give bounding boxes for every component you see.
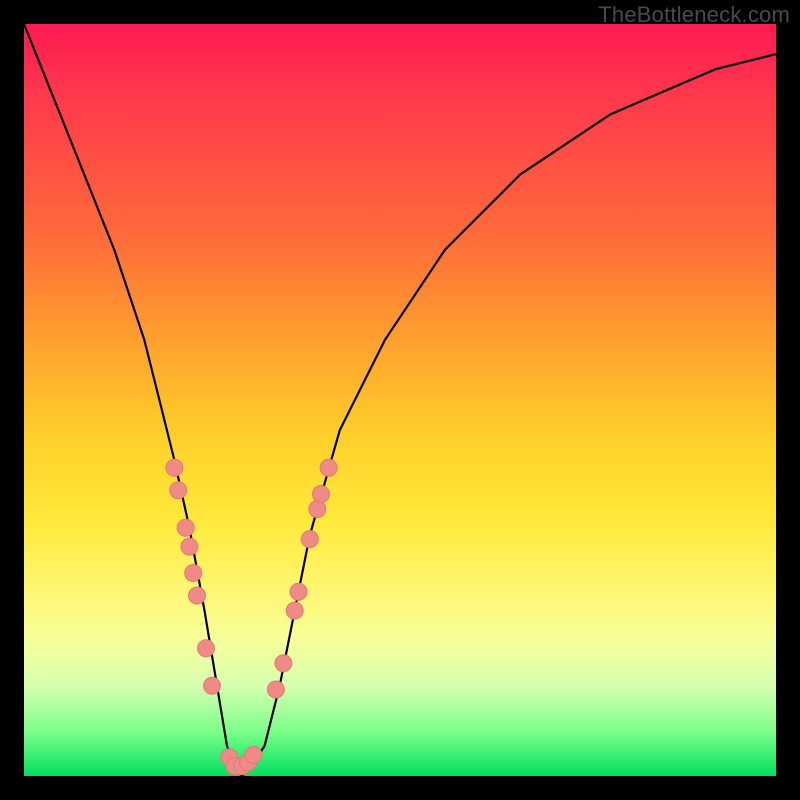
data-marker xyxy=(166,459,183,476)
data-marker xyxy=(275,655,292,672)
curve-path xyxy=(24,24,776,776)
data-marker xyxy=(177,519,194,536)
data-marker xyxy=(290,583,307,600)
curve-markers xyxy=(166,459,337,775)
data-marker xyxy=(204,677,221,694)
watermark-text: TheBottleneck.com xyxy=(598,2,790,28)
data-marker xyxy=(320,459,337,476)
data-marker xyxy=(198,640,215,657)
plot-area xyxy=(24,24,776,776)
data-marker xyxy=(170,482,187,499)
curve-line xyxy=(24,24,776,776)
data-marker xyxy=(189,587,206,604)
data-marker xyxy=(185,565,202,582)
bottleneck-chart xyxy=(24,24,776,776)
data-marker xyxy=(181,538,198,555)
data-marker xyxy=(245,746,262,763)
data-marker xyxy=(309,501,326,518)
chart-frame: TheBottleneck.com xyxy=(0,0,800,800)
data-marker xyxy=(286,602,303,619)
data-marker xyxy=(313,486,330,503)
data-marker xyxy=(267,681,284,698)
data-marker xyxy=(301,531,318,548)
